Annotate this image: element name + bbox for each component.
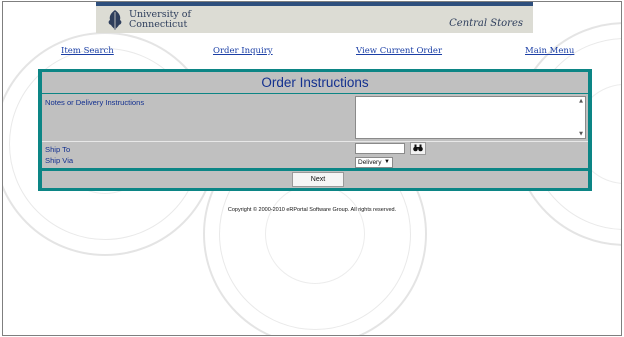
page-frame: University of Connecticut Central Stores… [2,1,622,336]
panel-title: Order Instructions [42,72,588,94]
order-instructions-panel: Order Instructions Notes or Delivery Ins… [38,69,592,191]
nav-order-inquiry[interactable]: Order Inquiry [213,46,273,56]
copyright-text: Copyright © 2000-2010 eRPortal Software … [227,207,397,213]
scroll-down-icon[interactable]: ▼ [579,131,583,137]
ship-to-label: Ship To [45,145,71,154]
next-button[interactable]: Next [292,172,344,187]
nav-view-current-order[interactable]: View Current Order [356,46,442,56]
ship-to-input[interactable] [355,143,405,154]
chevron-down-icon: ▼ [384,159,390,165]
row-divider [42,141,588,142]
oak-leaf-logo-icon [108,10,122,30]
notes-textarea[interactable]: ▲ ▼ [355,96,586,139]
ship-via-selected: Delivery [358,159,382,166]
notes-label: Notes or Delivery Instructions [45,98,145,107]
store-title: Central Stores [449,18,523,29]
action-row: Next [42,171,588,188]
university-name-line2: Connecticut [129,19,188,30]
header-banner: University of Connecticut Central Stores [96,2,533,33]
university-name: University of Connecticut [129,10,191,30]
nav-main-menu[interactable]: Main Menu [525,46,574,56]
ship-via-select[interactable]: Delivery ▼ [355,157,393,168]
ship-to-search-button[interactable] [410,142,426,155]
scroll-up-icon[interactable]: ▲ [579,98,583,104]
binoculars-icon [413,144,423,152]
nav-item-search[interactable]: Item Search [61,46,114,56]
panel-body: Order Instructions Notes or Delivery Ins… [42,72,588,188]
ship-via-label: Ship Via [45,156,74,165]
